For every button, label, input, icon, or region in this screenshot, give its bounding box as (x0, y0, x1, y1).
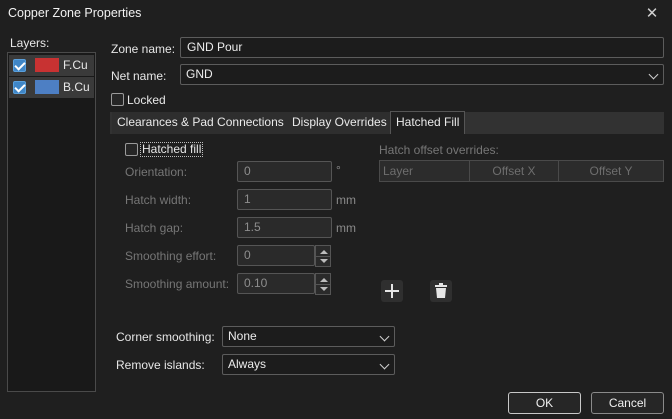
orientation-input[interactable]: 0 (237, 161, 332, 182)
plus-icon (385, 284, 399, 298)
locked-checkbox[interactable] (111, 93, 124, 106)
layers-label: Layers: (10, 36, 50, 50)
hatch-width-unit: mm (336, 193, 356, 207)
offset-overrides-grid[interactable]: Layer Offset X Offset Y (379, 160, 664, 182)
ok-button[interactable]: OK (508, 392, 581, 414)
window-title: Copper Zone Properties (8, 6, 142, 20)
add-offset-button[interactable] (381, 280, 403, 302)
remove-islands-value: Always (228, 357, 267, 371)
smoothing-amount-spinner[interactable] (315, 273, 331, 295)
tab-display-overrides[interactable]: Display Overrides (287, 112, 393, 134)
spin-divider (316, 256, 330, 257)
layer-bcu-label: B.Cu (63, 80, 90, 94)
layer-fcu-checkbox[interactable] (13, 59, 26, 72)
net-name-label: Net name: (111, 69, 167, 83)
spin-down-icon[interactable] (320, 287, 328, 291)
hatch-width-input[interactable]: 1 (237, 189, 332, 210)
offset-overrides-title: Hatch offset overrides: (379, 143, 499, 157)
layer-fcu-label: F.Cu (63, 58, 88, 72)
hatched-fill-label: Hatched fill (140, 142, 204, 157)
tab-hatched-fill[interactable]: Hatched Fill (390, 111, 466, 134)
layer-bcu-color-swatch (35, 80, 59, 94)
smoothing-effort-label: Smoothing effort: (125, 249, 217, 263)
column-header-layer[interactable]: Layer (380, 161, 470, 181)
corner-smoothing-select[interactable]: None (222, 326, 395, 347)
hatch-gap-label: Hatch gap: (125, 221, 184, 235)
spin-up-icon[interactable] (320, 250, 328, 254)
delete-offset-button[interactable] (430, 280, 452, 302)
smoothing-effort-input[interactable]: 0 (237, 245, 315, 266)
column-header-offset-x[interactable]: Offset X (470, 161, 559, 181)
zone-name-input[interactable]: GND Pour (180, 37, 664, 58)
smoothing-amount-label: Smoothing amount: (125, 277, 230, 291)
spin-divider (316, 284, 330, 285)
trash-icon (435, 283, 447, 298)
layer-fcu-color-swatch (35, 58, 59, 72)
locked-label: Locked (127, 93, 166, 107)
remove-islands-select[interactable]: Always (222, 354, 395, 375)
hatch-gap-input[interactable]: 1.5 (237, 217, 332, 238)
hatched-fill-checkbox[interactable] (125, 143, 138, 156)
smoothing-amount-input[interactable]: 0.10 (237, 273, 315, 294)
orientation-unit: ° (336, 163, 341, 177)
corner-smoothing-value: None (228, 329, 257, 343)
layers-list: F.Cu B.Cu (7, 52, 96, 392)
chevron-down-icon (379, 359, 390, 370)
column-header-offset-y[interactable]: Offset Y (559, 161, 663, 181)
spin-down-icon[interactable] (320, 259, 328, 263)
smoothing-effort-spinner[interactable] (315, 245, 331, 267)
chevron-down-icon (648, 69, 659, 80)
tab-bar: Clearances & Pad Connections Display Ove… (110, 111, 664, 134)
hatch-gap-unit: mm (336, 221, 356, 235)
chevron-down-icon (379, 331, 390, 342)
hatch-width-label: Hatch width: (125, 193, 192, 207)
cancel-button[interactable]: Cancel (591, 392, 664, 414)
orientation-label: Orientation: (125, 165, 188, 179)
corner-smoothing-label: Corner smoothing: (116, 330, 215, 344)
remove-islands-label: Remove islands: (116, 358, 205, 372)
spin-up-icon[interactable] (320, 278, 328, 282)
title-bar: Copper Zone Properties ✕ (0, 0, 672, 28)
layer-row-bcu[interactable]: B.Cu (9, 77, 94, 98)
close-icon[interactable]: ✕ (642, 4, 662, 24)
layer-row-fcu[interactable]: F.Cu (9, 55, 94, 76)
zone-name-label: Zone name: (111, 42, 176, 56)
net-name-select[interactable]: GND (180, 64, 664, 85)
tab-clearances[interactable]: Clearances & Pad Connections (112, 112, 290, 134)
layer-bcu-checkbox[interactable] (13, 81, 26, 94)
net-name-value: GND (186, 67, 213, 81)
